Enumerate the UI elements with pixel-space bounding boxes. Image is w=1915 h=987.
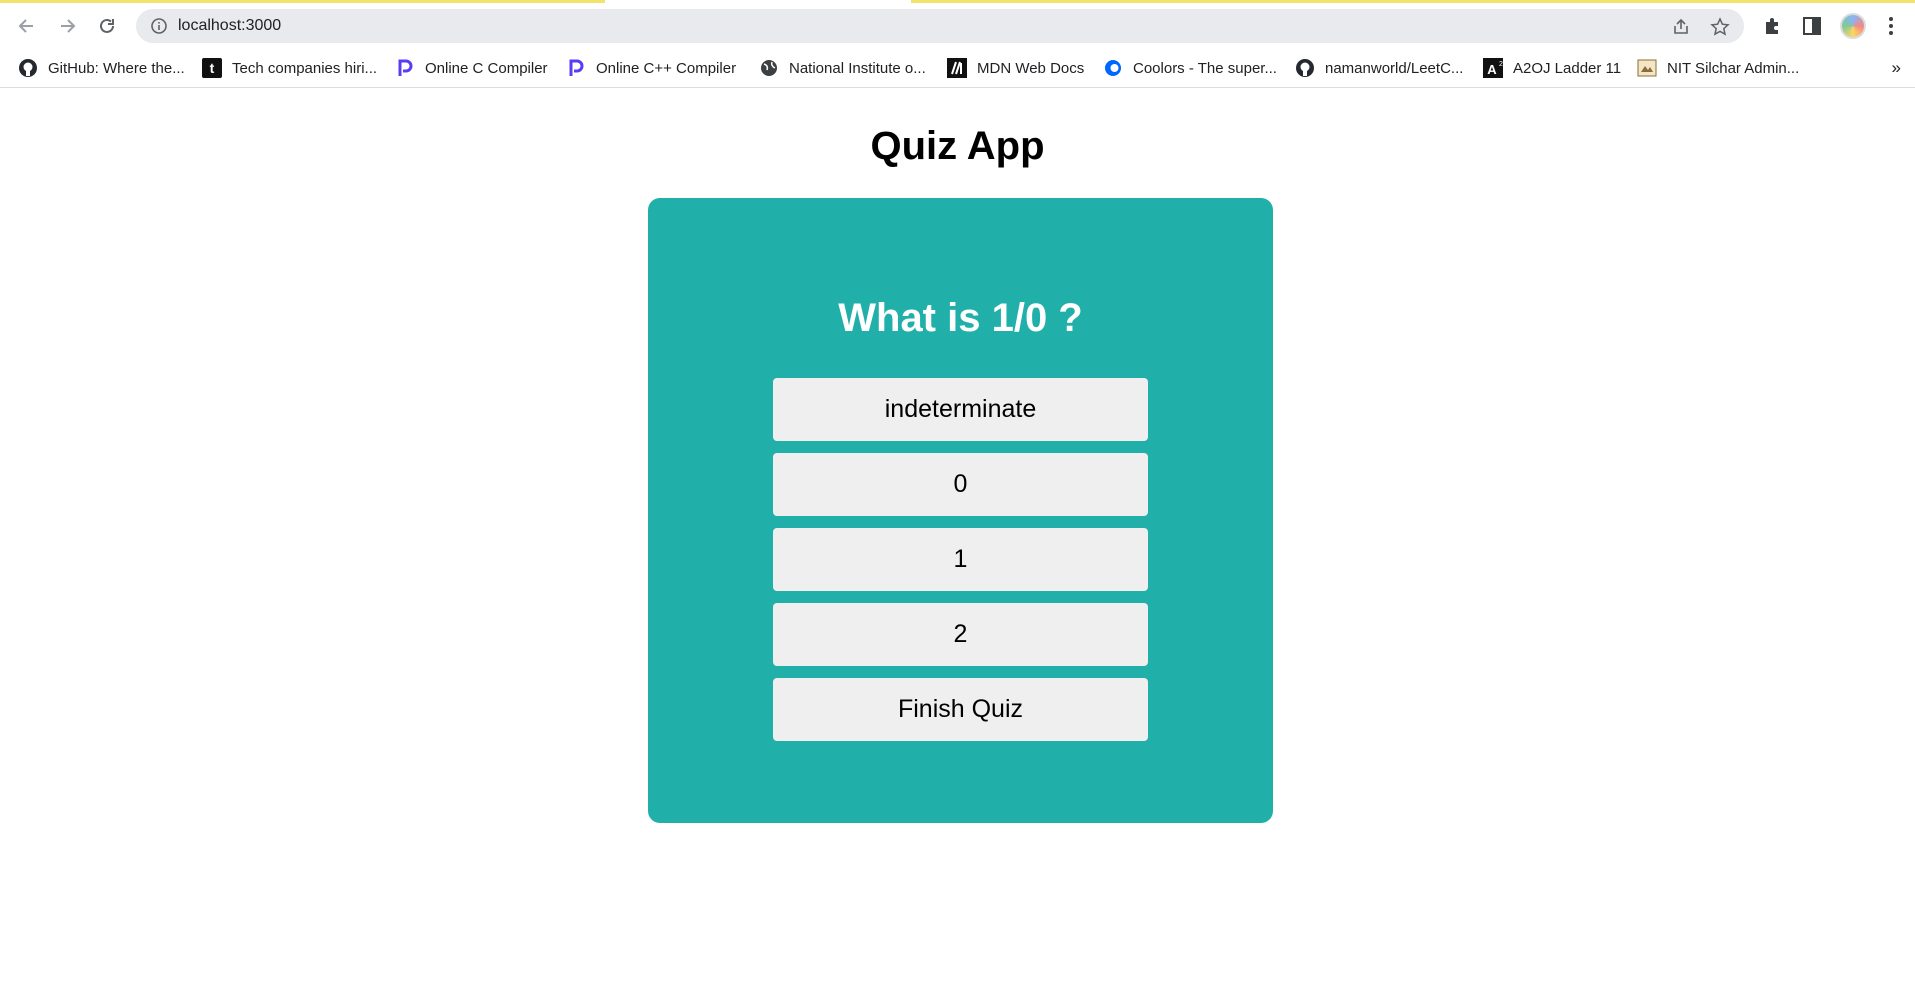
answer-option-2[interactable]: 0 bbox=[773, 453, 1148, 516]
bookmark-tech-companies[interactable]: t Tech companies hiri... bbox=[202, 56, 377, 80]
svg-text:t: t bbox=[210, 60, 215, 76]
svg-text:2: 2 bbox=[1499, 61, 1503, 68]
answer-option-1[interactable]: indeterminate bbox=[773, 378, 1148, 441]
question-text: What is 1/0 ? bbox=[838, 296, 1083, 340]
side-panel-icon[interactable] bbox=[1801, 15, 1823, 37]
bookmark-national-institute[interactable]: National Institute o... bbox=[759, 56, 926, 80]
github-icon bbox=[18, 58, 38, 78]
bookmark-nit-silchar[interactable]: NIT Silchar Admin... bbox=[1637, 56, 1799, 80]
info-icon[interactable] bbox=[150, 17, 168, 35]
bookmark-a2oj[interactable]: A2 A2OJ Ladder 11 bbox=[1483, 56, 1621, 80]
arrow-right-icon bbox=[61, 19, 76, 33]
programiz-icon bbox=[566, 58, 586, 78]
coolors-icon bbox=[1103, 58, 1123, 78]
nit-icon bbox=[1637, 58, 1657, 78]
reload-button[interactable] bbox=[90, 9, 124, 43]
globe-icon bbox=[759, 58, 779, 78]
forward-button[interactable] bbox=[50, 9, 84, 43]
bookmark-namanworld[interactable]: namanworld/LeetC... bbox=[1295, 56, 1463, 80]
finish-quiz-button[interactable]: Finish Quiz bbox=[773, 678, 1148, 741]
extensions-icon[interactable] bbox=[1762, 15, 1784, 37]
share-icon[interactable] bbox=[1671, 17, 1691, 37]
github-icon bbox=[1295, 58, 1315, 78]
browser-toolbar: localhost:3000 bbox=[0, 3, 1915, 48]
bookmark-online-c[interactable]: Online C Compiler bbox=[395, 56, 548, 80]
profile-avatar[interactable] bbox=[1840, 13, 1866, 39]
bookmark-coolors[interactable]: Coolors - The super... bbox=[1103, 56, 1277, 80]
address-bar[interactable]: localhost:3000 bbox=[136, 9, 1744, 43]
url-text[interactable]: localhost:3000 bbox=[178, 17, 281, 35]
reload-icon bbox=[100, 18, 114, 33]
bookmark-online-cpp[interactable]: Online C++ Compiler bbox=[566, 56, 736, 80]
bookmark-mdn[interactable]: MDN Web Docs bbox=[947, 56, 1084, 80]
back-button[interactable] bbox=[10, 9, 44, 43]
answer-option-4[interactable]: 2 bbox=[773, 603, 1148, 666]
star-icon[interactable] bbox=[1710, 17, 1730, 37]
arrow-left-icon bbox=[18, 19, 33, 33]
programiz-icon bbox=[395, 58, 415, 78]
t-logo-icon: t bbox=[202, 58, 222, 78]
bookmarks-overflow-button[interactable]: » bbox=[1892, 58, 1901, 78]
a2oj-icon: A2 bbox=[1483, 58, 1503, 78]
mdn-icon bbox=[947, 58, 967, 78]
answer-option-3[interactable]: 1 bbox=[773, 528, 1148, 591]
svg-text:A: A bbox=[1487, 62, 1497, 77]
kebab-menu-icon[interactable] bbox=[1880, 15, 1902, 37]
page-title: Quiz App bbox=[870, 124, 1045, 168]
quiz-card: What is 1/0 ? indeterminate 0 1 2 Finish… bbox=[648, 198, 1273, 823]
bookmark-github[interactable]: GitHub: Where the... bbox=[18, 56, 185, 80]
bookmarks-bar: GitHub: Where the... t Tech companies hi… bbox=[0, 48, 1915, 88]
